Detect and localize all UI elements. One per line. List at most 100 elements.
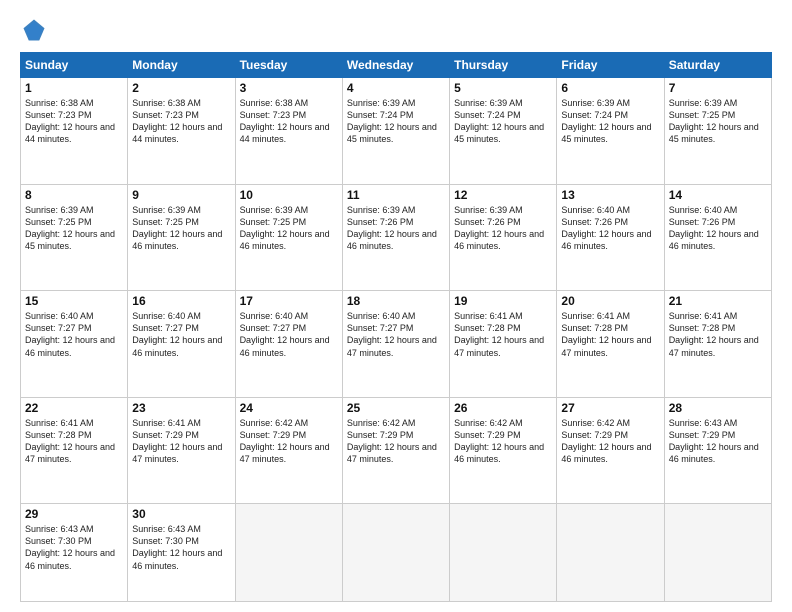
sunrise-label: Sunrise: 6:42 AM bbox=[454, 418, 523, 428]
sunset-label: Sunset: 7:29 PM bbox=[669, 430, 736, 440]
sunset-label: Sunset: 7:27 PM bbox=[347, 323, 414, 333]
sunset-label: Sunset: 7:28 PM bbox=[561, 323, 628, 333]
day-info: Sunrise: 6:41 AM Sunset: 7:28 PM Dayligh… bbox=[25, 417, 123, 466]
sunrise-label: Sunrise: 6:41 AM bbox=[25, 418, 94, 428]
day-info: Sunrise: 6:39 AM Sunset: 7:24 PM Dayligh… bbox=[454, 97, 552, 146]
calendar-day-cell: 17 Sunrise: 6:40 AM Sunset: 7:27 PM Dayl… bbox=[235, 291, 342, 398]
sunset-label: Sunset: 7:29 PM bbox=[132, 430, 199, 440]
day-number: 19 bbox=[454, 294, 552, 308]
calendar-day-cell: 15 Sunrise: 6:40 AM Sunset: 7:27 PM Dayl… bbox=[21, 291, 128, 398]
day-number: 12 bbox=[454, 188, 552, 202]
day-info: Sunrise: 6:39 AM Sunset: 7:25 PM Dayligh… bbox=[132, 204, 230, 253]
day-info: Sunrise: 6:40 AM Sunset: 7:27 PM Dayligh… bbox=[347, 310, 445, 359]
sunset-label: Sunset: 7:29 PM bbox=[347, 430, 414, 440]
day-number: 5 bbox=[454, 81, 552, 95]
sunrise-label: Sunrise: 6:43 AM bbox=[669, 418, 738, 428]
calendar-day-cell: 14 Sunrise: 6:40 AM Sunset: 7:26 PM Dayl… bbox=[664, 184, 771, 291]
sunset-label: Sunset: 7:28 PM bbox=[25, 430, 92, 440]
day-number: 9 bbox=[132, 188, 230, 202]
calendar-day-cell: 21 Sunrise: 6:41 AM Sunset: 7:28 PM Dayl… bbox=[664, 291, 771, 398]
day-number: 13 bbox=[561, 188, 659, 202]
calendar-day-cell bbox=[342, 504, 449, 602]
day-info: Sunrise: 6:40 AM Sunset: 7:26 PM Dayligh… bbox=[669, 204, 767, 253]
calendar-day-cell bbox=[664, 504, 771, 602]
calendar-table: SundayMondayTuesdayWednesdayThursdayFrid… bbox=[20, 52, 772, 602]
calendar-day-cell: 18 Sunrise: 6:40 AM Sunset: 7:27 PM Dayl… bbox=[342, 291, 449, 398]
calendar-day-cell: 30 Sunrise: 6:43 AM Sunset: 7:30 PM Dayl… bbox=[128, 504, 235, 602]
sunrise-label: Sunrise: 6:39 AM bbox=[454, 205, 523, 215]
sunrise-label: Sunrise: 6:39 AM bbox=[240, 205, 309, 215]
daylight-label: Daylight: 12 hours and 47 minutes. bbox=[132, 442, 222, 464]
sunrise-label: Sunrise: 6:41 AM bbox=[132, 418, 201, 428]
calendar-day-cell: 3 Sunrise: 6:38 AM Sunset: 7:23 PM Dayli… bbox=[235, 78, 342, 185]
sunrise-label: Sunrise: 6:39 AM bbox=[454, 98, 523, 108]
sunrise-label: Sunrise: 6:39 AM bbox=[347, 205, 416, 215]
calendar-day-cell: 6 Sunrise: 6:39 AM Sunset: 7:24 PM Dayli… bbox=[557, 78, 664, 185]
calendar-day-cell: 2 Sunrise: 6:38 AM Sunset: 7:23 PM Dayli… bbox=[128, 78, 235, 185]
header bbox=[20, 16, 772, 44]
sunrise-label: Sunrise: 6:41 AM bbox=[669, 311, 738, 321]
sunset-label: Sunset: 7:24 PM bbox=[347, 110, 414, 120]
day-number: 15 bbox=[25, 294, 123, 308]
calendar-day-cell: 12 Sunrise: 6:39 AM Sunset: 7:26 PM Dayl… bbox=[450, 184, 557, 291]
calendar-day-cell: 4 Sunrise: 6:39 AM Sunset: 7:24 PM Dayli… bbox=[342, 78, 449, 185]
day-number: 27 bbox=[561, 401, 659, 415]
daylight-label: Daylight: 12 hours and 47 minutes. bbox=[454, 335, 544, 357]
calendar-day-cell: 29 Sunrise: 6:43 AM Sunset: 7:30 PM Dayl… bbox=[21, 504, 128, 602]
sunrise-label: Sunrise: 6:39 AM bbox=[669, 98, 738, 108]
sunset-label: Sunset: 7:26 PM bbox=[454, 217, 521, 227]
calendar-week-row: 8 Sunrise: 6:39 AM Sunset: 7:25 PM Dayli… bbox=[21, 184, 772, 291]
day-of-week-header: Saturday bbox=[664, 53, 771, 78]
calendar-day-cell: 27 Sunrise: 6:42 AM Sunset: 7:29 PM Dayl… bbox=[557, 397, 664, 504]
sunrise-label: Sunrise: 6:40 AM bbox=[25, 311, 94, 321]
day-info: Sunrise: 6:40 AM Sunset: 7:27 PM Dayligh… bbox=[240, 310, 338, 359]
day-info: Sunrise: 6:43 AM Sunset: 7:30 PM Dayligh… bbox=[132, 523, 230, 572]
calendar-day-cell: 5 Sunrise: 6:39 AM Sunset: 7:24 PM Dayli… bbox=[450, 78, 557, 185]
day-info: Sunrise: 6:43 AM Sunset: 7:29 PM Dayligh… bbox=[669, 417, 767, 466]
calendar-day-cell: 16 Sunrise: 6:40 AM Sunset: 7:27 PM Dayl… bbox=[128, 291, 235, 398]
day-number: 22 bbox=[25, 401, 123, 415]
sunrise-label: Sunrise: 6:41 AM bbox=[454, 311, 523, 321]
sunset-label: Sunset: 7:26 PM bbox=[669, 217, 736, 227]
sunrise-label: Sunrise: 6:39 AM bbox=[347, 98, 416, 108]
sunrise-label: Sunrise: 6:43 AM bbox=[132, 524, 201, 534]
sunset-label: Sunset: 7:26 PM bbox=[347, 217, 414, 227]
daylight-label: Daylight: 12 hours and 46 minutes. bbox=[454, 442, 544, 464]
sunrise-label: Sunrise: 6:43 AM bbox=[25, 524, 94, 534]
calendar-day-cell bbox=[557, 504, 664, 602]
daylight-label: Daylight: 12 hours and 46 minutes. bbox=[561, 229, 651, 251]
day-number: 18 bbox=[347, 294, 445, 308]
calendar-day-cell: 26 Sunrise: 6:42 AM Sunset: 7:29 PM Dayl… bbox=[450, 397, 557, 504]
calendar-day-cell: 22 Sunrise: 6:41 AM Sunset: 7:28 PM Dayl… bbox=[21, 397, 128, 504]
sunrise-label: Sunrise: 6:42 AM bbox=[561, 418, 630, 428]
daylight-label: Daylight: 12 hours and 46 minutes. bbox=[132, 335, 222, 357]
calendar-day-cell: 23 Sunrise: 6:41 AM Sunset: 7:29 PM Dayl… bbox=[128, 397, 235, 504]
day-info: Sunrise: 6:41 AM Sunset: 7:28 PM Dayligh… bbox=[669, 310, 767, 359]
day-of-week-header: Wednesday bbox=[342, 53, 449, 78]
calendar-day-cell bbox=[235, 504, 342, 602]
sunrise-label: Sunrise: 6:39 AM bbox=[561, 98, 630, 108]
sunrise-label: Sunrise: 6:42 AM bbox=[240, 418, 309, 428]
day-number: 21 bbox=[669, 294, 767, 308]
day-info: Sunrise: 6:41 AM Sunset: 7:28 PM Dayligh… bbox=[454, 310, 552, 359]
sunset-label: Sunset: 7:29 PM bbox=[561, 430, 628, 440]
calendar-day-cell: 7 Sunrise: 6:39 AM Sunset: 7:25 PM Dayli… bbox=[664, 78, 771, 185]
sunrise-label: Sunrise: 6:40 AM bbox=[240, 311, 309, 321]
daylight-label: Daylight: 12 hours and 47 minutes. bbox=[25, 442, 115, 464]
sunset-label: Sunset: 7:30 PM bbox=[132, 536, 199, 546]
sunrise-label: Sunrise: 6:39 AM bbox=[132, 205, 201, 215]
day-number: 30 bbox=[132, 507, 230, 521]
sunset-label: Sunset: 7:23 PM bbox=[25, 110, 92, 120]
daylight-label: Daylight: 12 hours and 47 minutes. bbox=[347, 442, 437, 464]
sunset-label: Sunset: 7:23 PM bbox=[132, 110, 199, 120]
sunrise-label: Sunrise: 6:41 AM bbox=[561, 311, 630, 321]
logo-icon bbox=[20, 16, 48, 44]
day-info: Sunrise: 6:40 AM Sunset: 7:27 PM Dayligh… bbox=[25, 310, 123, 359]
daylight-label: Daylight: 12 hours and 46 minutes. bbox=[25, 548, 115, 570]
sunrise-label: Sunrise: 6:40 AM bbox=[561, 205, 630, 215]
sunset-label: Sunset: 7:29 PM bbox=[454, 430, 521, 440]
day-number: 4 bbox=[347, 81, 445, 95]
sunset-label: Sunset: 7:25 PM bbox=[132, 217, 199, 227]
daylight-label: Daylight: 12 hours and 45 minutes. bbox=[25, 229, 115, 251]
daylight-label: Daylight: 12 hours and 47 minutes. bbox=[561, 335, 651, 357]
